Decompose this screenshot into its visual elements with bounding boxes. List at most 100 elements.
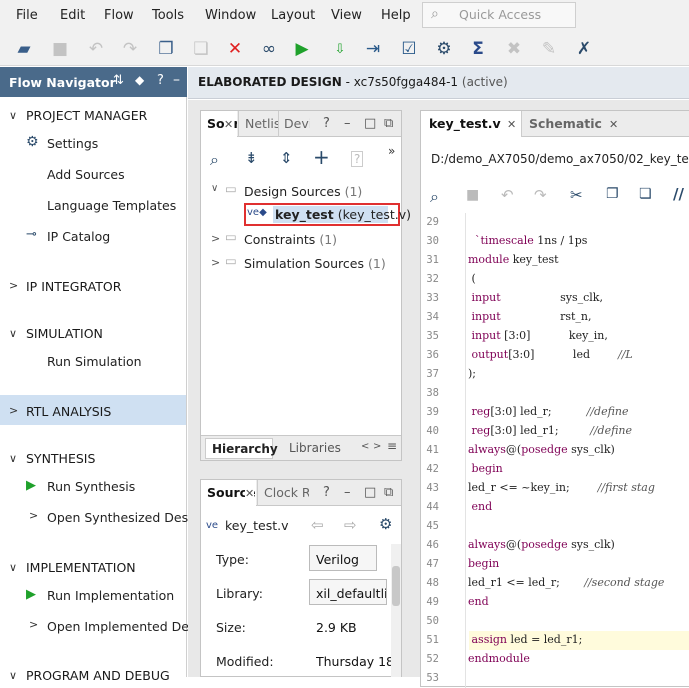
chevron-right-icon[interactable]: >: [211, 256, 220, 269]
menu-file[interactable]: File: [16, 8, 38, 23]
section-ip-integrator[interactable]: IP INTEGRATOR: [26, 279, 121, 294]
menu-window[interactable]: Window: [205, 8, 256, 23]
section-program-and-debug[interactable]: PROGRAM AND DEBUG: [26, 668, 170, 683]
find-icon[interactable]: ∞: [258, 38, 280, 60]
comment-icon[interactable]: //: [673, 185, 684, 203]
section-rtl-analysis[interactable]: RTL ANALYSIS: [26, 404, 111, 419]
nav-item-run-simulation[interactable]: Run Simulation: [47, 354, 142, 369]
properties-scrollbar[interactable]: [391, 544, 401, 677]
float-icon[interactable]: ⧉: [384, 485, 393, 500]
copy-icon[interactable]: ❐: [606, 186, 619, 202]
chevron-right-icon[interactable]: >: [211, 232, 220, 245]
tab-libraries[interactable]: Libraries: [289, 441, 341, 455]
nav-item-open-synthesized-design[interactable]: Open Synthesized Design: [47, 510, 207, 525]
copy-icon[interactable]: ❐: [155, 38, 177, 60]
tab-hierarchy[interactable]: Hierarchy: [205, 438, 278, 459]
section-implementation[interactable]: IMPLEMENTATION: [26, 560, 136, 575]
section-simulation[interactable]: SIMULATION: [26, 326, 103, 341]
tab-key-test-v[interactable]: key_test.v: [421, 111, 521, 137]
tree-constraints[interactable]: Constraints (1): [244, 232, 337, 247]
search-icon[interactable]: ⌕: [210, 150, 219, 170]
quick-access-input[interactable]: ⌕ Quick Access: [422, 2, 576, 28]
tab-netlist[interactable]: Netlist: [238, 111, 278, 137]
paste-icon[interactable]: ❏: [190, 38, 212, 60]
code-area[interactable]: 29 30 `timescale 1ns / 1ps 31 module key_te…: [421, 213, 689, 688]
scrollbar-thumb[interactable]: [392, 566, 400, 606]
forward-arrow-icon[interactable]: ⇨: [344, 516, 357, 534]
chevron-right-icon[interactable]: >: [9, 404, 18, 417]
chevron-down-icon[interactable]: ∨: [9, 561, 17, 574]
close-icon[interactable]: ✕: [224, 118, 234, 131]
float-icon[interactable]: ⧉: [384, 116, 393, 131]
settings-gear-icon[interactable]: ⚙: [379, 515, 392, 533]
tree-key-test[interactable]: key_test (key_test.v): [275, 207, 411, 222]
menu-tools[interactable]: Tools: [152, 8, 184, 23]
section-synthesis[interactable]: SYNTHESIS: [26, 451, 95, 466]
chevron-right-icon[interactable]: >: [29, 618, 38, 631]
redo-icon[interactable]: ↷: [119, 38, 141, 60]
settings-gear-icon[interactable]: ⚙: [433, 38, 455, 60]
tree-design-sources[interactable]: Design Sources (1): [244, 184, 362, 199]
expand-all-icon[interactable]: ◆: [135, 73, 144, 87]
disabled-tool-icon[interactable]: ✖: [503, 38, 525, 60]
scroll-left-icon[interactable]: <: [361, 441, 369, 452]
menu-icon[interactable]: ≡: [387, 439, 397, 453]
nav-item-run-implementation[interactable]: Run Implementation: [47, 588, 174, 603]
paste-icon[interactable]: ❏: [639, 186, 652, 202]
step-icon[interactable]: ⇥: [362, 38, 384, 60]
search-icon[interactable]: ⌕: [430, 187, 439, 207]
tab-schematic[interactable]: Schematic: [521, 111, 623, 137]
menu-edit[interactable]: Edit: [60, 8, 85, 23]
add-icon[interactable]: +: [313, 145, 330, 169]
nav-item-add-sources[interactable]: Add Sources: [47, 167, 125, 182]
open-folder-icon[interactable]: ▰: [13, 38, 35, 60]
sigma-icon[interactable]: Σ: [467, 38, 489, 60]
nav-item-ip-catalog[interactable]: IP Catalog: [47, 229, 110, 244]
report-icon[interactable]: ☑: [398, 38, 420, 60]
more-icon[interactable]: »: [388, 144, 395, 158]
menu-layout[interactable]: Layout: [271, 8, 315, 23]
chevron-down-icon[interactable]: ∨: [9, 109, 17, 122]
collapse-all-icon[interactable]: ⇅: [113, 73, 124, 88]
collapse-all-icon[interactable]: ⇟: [245, 149, 258, 167]
help-icon[interactable]: ?: [323, 116, 330, 131]
save-icon[interactable]: ■: [49, 38, 71, 60]
tab-device[interactable]: Device: [278, 111, 310, 137]
help-icon[interactable]: ?: [157, 73, 164, 88]
maximize-icon[interactable]: □: [364, 116, 376, 131]
scroll-right-icon[interactable]: >: [373, 441, 381, 452]
nav-item-run-synthesis[interactable]: Run Synthesis: [47, 479, 135, 494]
tab-clock-region[interactable]: Clock Region: [257, 480, 309, 506]
undo-icon[interactable]: ↶: [85, 38, 107, 60]
nav-item-language-templates[interactable]: Language Templates: [47, 198, 176, 213]
close-icon[interactable]: ✕: [609, 118, 618, 131]
maximize-icon[interactable]: □: [364, 485, 376, 500]
menu-view[interactable]: View: [331, 8, 362, 23]
save-icon[interactable]: ■: [466, 187, 479, 203]
delete-icon[interactable]: ✕: [224, 38, 246, 60]
help-icon[interactable]: ?: [323, 485, 330, 500]
cut-icon[interactable]: ✂: [570, 186, 583, 204]
bitstream-icon[interactable]: ⇩: [329, 38, 351, 60]
undo-icon[interactable]: ↶: [501, 186, 514, 204]
chevron-right-icon[interactable]: >: [29, 509, 38, 522]
section-project-manager[interactable]: PROJECT MANAGER: [26, 108, 147, 123]
chevron-right-icon[interactable]: >: [9, 279, 18, 292]
menu-help[interactable]: Help: [381, 8, 411, 23]
expand-all-icon[interactable]: ⇕: [280, 149, 293, 167]
close-icon[interactable]: ✕: [245, 487, 255, 500]
cancel-tool-icon[interactable]: ✗: [573, 38, 595, 60]
minimize-icon[interactable]: –: [173, 72, 180, 88]
run-icon[interactable]: ▶: [291, 38, 313, 60]
chevron-down-icon[interactable]: ∨: [9, 327, 17, 340]
back-arrow-icon[interactable]: ⇦: [311, 516, 324, 534]
close-icon[interactable]: ✕: [507, 118, 516, 131]
chevron-down-icon[interactable]: ∨: [9, 452, 17, 465]
tree-simulation-sources[interactable]: Simulation Sources (1): [244, 256, 386, 271]
menu-flow[interactable]: Flow: [104, 8, 134, 23]
minimize-icon[interactable]: –: [344, 485, 351, 500]
chevron-down-icon[interactable]: ∨: [211, 183, 218, 194]
redo-icon[interactable]: ↷: [534, 186, 547, 204]
disabled-pen-icon[interactable]: ✎: [538, 38, 560, 60]
chevron-down-icon[interactable]: ∨: [9, 669, 17, 682]
